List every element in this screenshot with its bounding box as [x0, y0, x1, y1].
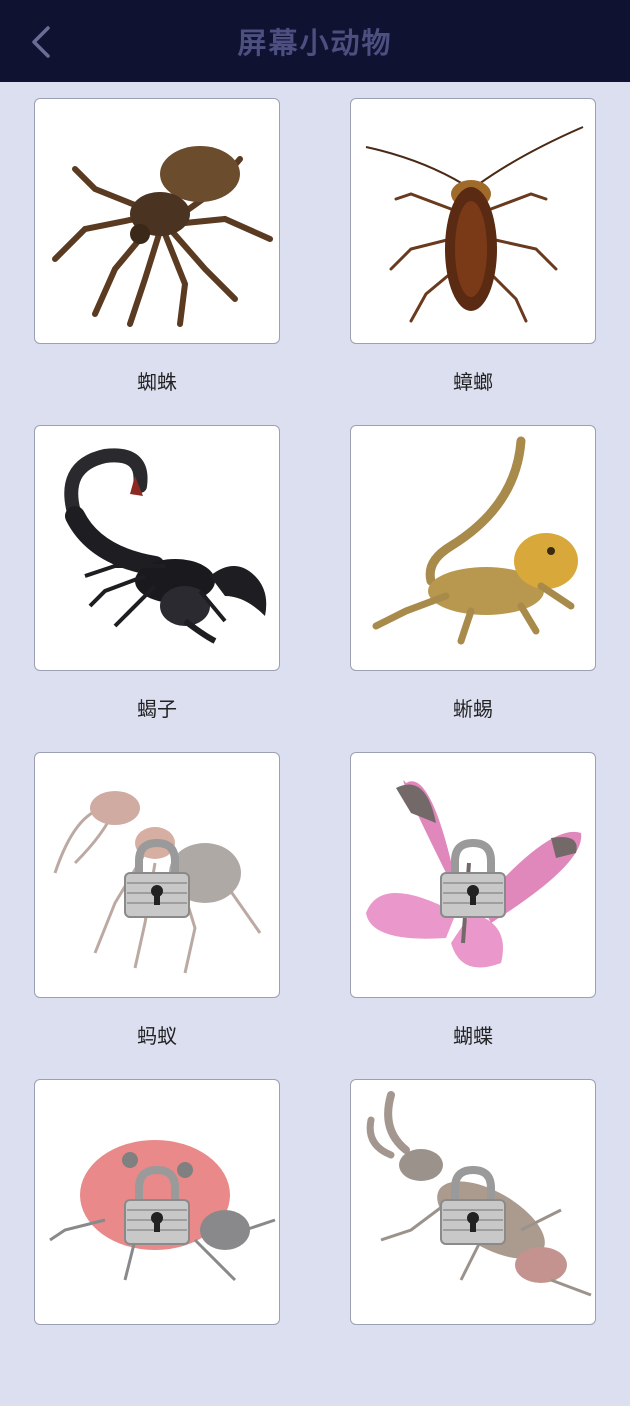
animal-name: 蟑螂: [453, 370, 493, 394]
padlock-icon: [124, 1165, 190, 1245]
cockroach-icon: [365, 126, 584, 323]
animal-name: 蚂蚁: [137, 1024, 177, 1048]
animal-card[interactable]: [350, 752, 596, 998]
animal-name: 蝎子: [137, 697, 177, 721]
animal-card[interactable]: [350, 98, 596, 344]
scorpion-icon: [64, 448, 267, 644]
page-title: 屏幕小动物: [237, 26, 393, 60]
animal-card[interactable]: [350, 1079, 596, 1325]
animal-item-ant[interactable]: 蚂蚁: [34, 752, 280, 1079]
lizard-icon: [372, 436, 578, 645]
animal-grid: 蜘蛛 蟑螂 蝎子 蜥蜴 蚂蚁 蝴蝶: [34, 98, 596, 1406]
animal-name: 蜥蜴: [453, 697, 493, 721]
spider-icon: [52, 146, 273, 327]
animal-item-butterfly[interactable]: 蝴蝶: [350, 752, 596, 1079]
animal-card[interactable]: [350, 425, 596, 671]
animal-item-beetle[interactable]: [350, 1079, 596, 1406]
padlock-icon: [124, 838, 190, 918]
padlock-icon: [440, 838, 506, 918]
animal-card[interactable]: [34, 425, 280, 671]
chevron-left-icon[interactable]: [26, 22, 60, 62]
padlock-icon: [440, 1165, 506, 1245]
animal-item-cockroach[interactable]: 蟑螂: [350, 98, 596, 425]
animal-card[interactable]: [34, 1079, 280, 1325]
animal-card[interactable]: [34, 752, 280, 998]
animal-item-ladybug[interactable]: [34, 1079, 280, 1406]
animal-name: 蝴蝶: [453, 1024, 493, 1048]
animal-item-spider[interactable]: 蜘蛛: [34, 98, 280, 425]
animal-item-lizard[interactable]: 蜥蜴: [350, 425, 596, 752]
animal-card[interactable]: [34, 98, 280, 344]
animal-item-scorpion[interactable]: 蝎子: [34, 425, 280, 752]
top-bar: 屏幕小动物: [0, 0, 630, 82]
animal-name: 蜘蛛: [137, 370, 177, 394]
